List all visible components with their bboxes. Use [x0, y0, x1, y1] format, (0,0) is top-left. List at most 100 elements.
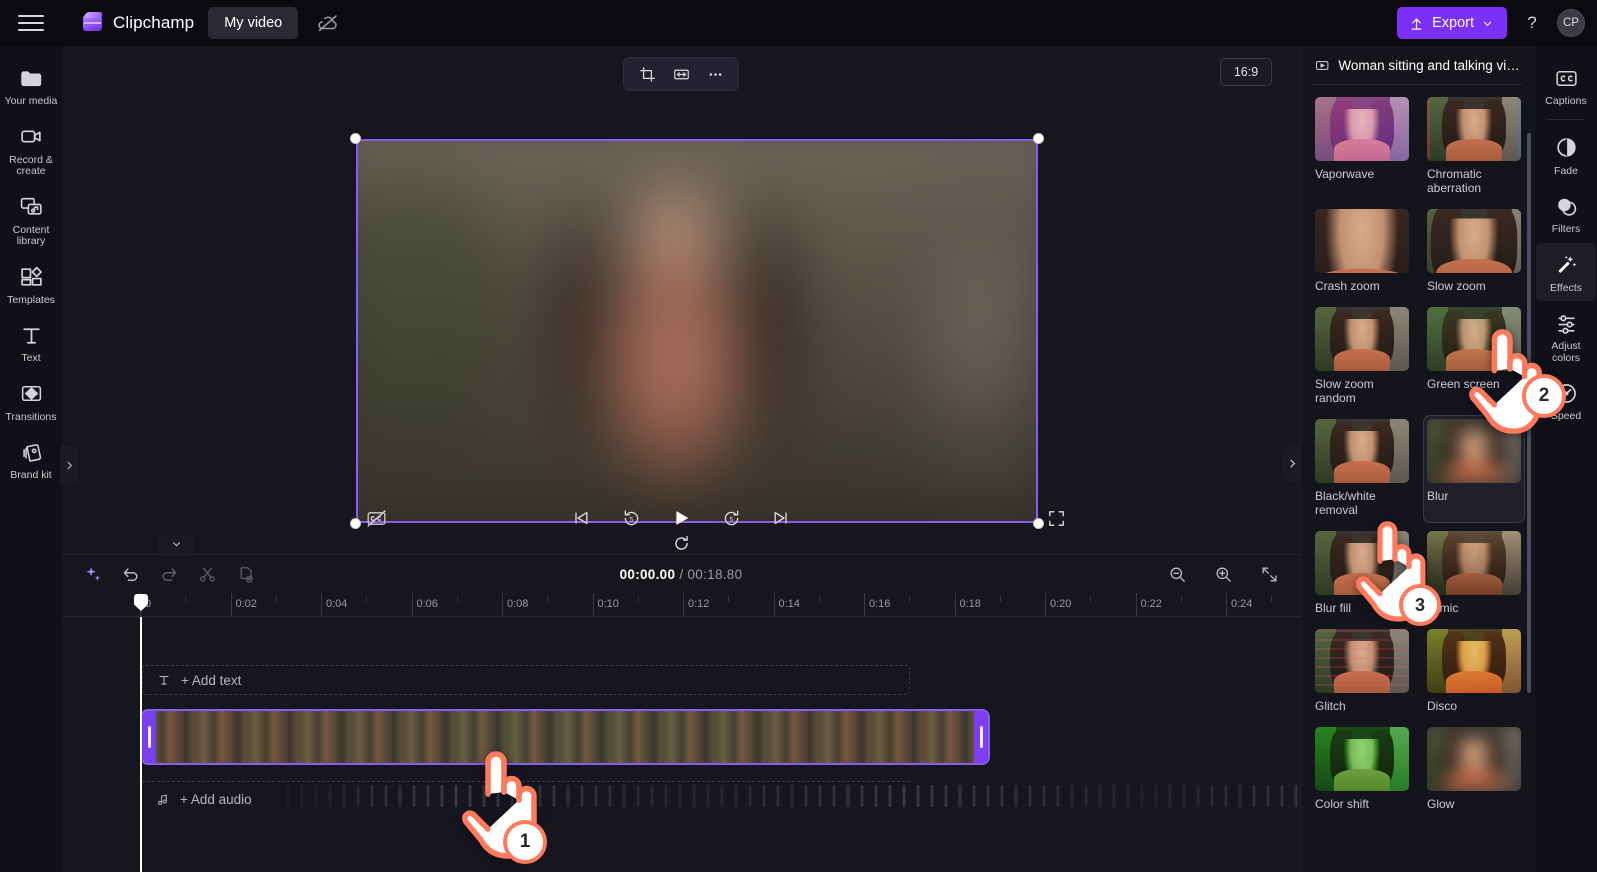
effect-black-white-removal[interactable]: Black/white removal — [1311, 415, 1413, 523]
text-t-icon — [159, 675, 169, 685]
fit-timeline-button[interactable] — [1256, 561, 1282, 587]
more-options-button[interactable] — [700, 61, 730, 87]
effect-blur-fill[interactable]: Blur fill — [1311, 527, 1413, 621]
play-button[interactable] — [667, 504, 695, 532]
sidebar-item-content-library[interactable]: Content library — [1, 185, 61, 255]
rotate-icon — [674, 535, 688, 550]
effect-thumbnail — [1315, 307, 1409, 371]
timeline-ruler[interactable]: 0 0:02 0:04 0:06 0:08 0:10 0:12 0:14 0:16 0:18 0:2… — [62, 593, 1300, 617]
effect-label: Slow zoom — [1427, 279, 1486, 293]
scissors-icon — [199, 567, 215, 582]
clip-trim-handle-left[interactable] — [142, 711, 156, 763]
add-text-label: + Add text — [181, 672, 242, 688]
effect-glitch[interactable]: Glitch — [1311, 625, 1413, 719]
sidebar-item-record-create[interactable]: Record & create — [1, 115, 61, 185]
svg-text:5: 5 — [629, 516, 633, 523]
sidebar-item-templates[interactable]: Templates — [1, 255, 61, 314]
fullscreen-button[interactable] — [1042, 504, 1070, 532]
fade-icon — [1553, 135, 1579, 161]
resize-handle-top-right[interactable] — [1033, 133, 1044, 144]
top-bar: Clipchamp My video Export ? CP — [0, 0, 1597, 46]
captions-off-icon — [366, 509, 386, 527]
effects-scrollbar-track[interactable] — [1527, 93, 1533, 868]
effect-chromatic-aberration[interactable]: Chromatic aberration — [1423, 93, 1525, 201]
timeline-collapse-button[interactable] — [158, 535, 194, 553]
effect-color-shift[interactable]: Color shift — [1311, 723, 1413, 817]
right-rail-item-filters[interactable]: Filters — [1536, 184, 1596, 243]
split-button[interactable] — [194, 561, 220, 587]
timeline-toolbar: 00:00.00 / 00:18.80 — [62, 555, 1300, 593]
effect-slow-zoom[interactable]: Slow zoom — [1423, 205, 1525, 299]
timeline-video-clip[interactable] — [140, 709, 990, 765]
effect-blur[interactable]: Blur — [1423, 415, 1525, 523]
player-controls-bar: 5 5 — [62, 500, 1300, 536]
ruler-tick-minor — [366, 596, 368, 602]
sidebar-item-your-media[interactable]: Your media — [1, 56, 61, 115]
effect-label: Blur — [1427, 489, 1449, 503]
video-preview-stage[interactable] — [350, 133, 1044, 529]
cc-icon — [1553, 65, 1579, 91]
chevron-down-icon — [172, 542, 180, 547]
undo-button[interactable] — [118, 561, 144, 587]
crop-button[interactable] — [632, 61, 662, 87]
right-rail-label: Filters — [1551, 223, 1581, 235]
export-button[interactable]: Export — [1397, 7, 1507, 39]
right-rail-item-effects[interactable]: Effects — [1536, 242, 1596, 301]
fit-fill-button[interactable] — [666, 61, 696, 87]
skip-to-start-button[interactable] — [567, 504, 595, 532]
left-panel-collapse-button[interactable] — [60, 446, 78, 484]
ruler-label: 0:16 — [869, 598, 891, 610]
ruler-label: 0:02 — [235, 598, 257, 610]
sidebar-item-transitions[interactable]: Transitions — [1, 372, 61, 431]
rewind-5-button[interactable]: 5 — [617, 504, 645, 532]
sidebar-item-label: Text — [21, 352, 41, 364]
hamburger-menu-icon[interactable] — [18, 10, 44, 36]
ruler-label: 0:10 — [597, 598, 619, 610]
effect-disco[interactable]: Disco — [1423, 625, 1525, 719]
project-tab[interactable]: My video — [208, 7, 299, 39]
effect-label: Chromatic aberration — [1427, 167, 1482, 195]
video-preview-overlay — [358, 141, 1036, 521]
annotation-step-1-badge: 1 — [503, 820, 547, 864]
effects-scroll-area[interactable]: Vaporwave Chromatic aberration Crash zoom S… — [1301, 85, 1535, 872]
video-preview-frame[interactable] — [356, 139, 1038, 523]
ruler-tick-minor — [1271, 596, 1273, 602]
audio-waveform — [282, 785, 1300, 807]
skip-to-start-icon — [575, 511, 588, 525]
skip-to-end-button[interactable] — [767, 504, 795, 532]
add-text-track[interactable]: + Add text — [142, 665, 910, 695]
rotate-handle[interactable] — [670, 532, 692, 554]
effect-tone-overlay — [1315, 629, 1409, 693]
effect-vaporwave[interactable]: Vaporwave — [1311, 93, 1413, 201]
sidebar-item-text[interactable]: Text — [1, 313, 61, 372]
effect-green-screen[interactable]: Green screen — [1423, 303, 1525, 411]
help-button[interactable]: ? — [1519, 10, 1545, 36]
ai-suggestions-button[interactable] — [80, 561, 106, 587]
aspect-ratio-badge[interactable]: 16:9 — [1220, 58, 1272, 86]
effect-glow[interactable]: Glow — [1423, 723, 1525, 817]
effect-label: Color shift — [1315, 797, 1370, 811]
resize-handle-top-left[interactable] — [350, 133, 361, 144]
right-rail-item-fade[interactable]: Fade — [1536, 126, 1596, 185]
sidebar-item-label: Transitions — [5, 410, 57, 423]
timeline: 00:00.00 / 00:18.80 0 0:02 0:04 0:06 0:0… — [62, 554, 1300, 872]
content-library-icon — [18, 194, 44, 220]
sidebar-item-brand-kit[interactable]: Brand kit — [1, 430, 61, 489]
duplicate-button[interactable] — [232, 561, 258, 587]
right-rail-item-captions[interactable]: Captions — [1536, 56, 1596, 115]
clip-trim-handle-right[interactable] — [974, 711, 988, 763]
effect-slow-zoom-random[interactable]: Slow zoom random — [1311, 303, 1413, 411]
zoom-out-button[interactable] — [1164, 561, 1190, 587]
captions-toggle-button[interactable] — [362, 504, 390, 532]
step-number: 2 — [1538, 385, 1550, 406]
effect-label: Blur fill — [1315, 601, 1352, 615]
avatar[interactable]: CP — [1557, 9, 1585, 37]
right-panel-collapse-button[interactable] — [1283, 444, 1301, 482]
redo-button[interactable] — [156, 561, 182, 587]
zoom-in-button[interactable] — [1210, 561, 1236, 587]
right-rail-item-adjust-colors[interactable]: Adjust colors — [1536, 301, 1596, 371]
cloud-off-icon[interactable] — [316, 11, 340, 35]
forward-5-button[interactable]: 5 — [717, 504, 745, 532]
ruler-label: 0:18 — [959, 598, 981, 610]
effect-crash-zoom[interactable]: Crash zoom — [1311, 205, 1413, 299]
